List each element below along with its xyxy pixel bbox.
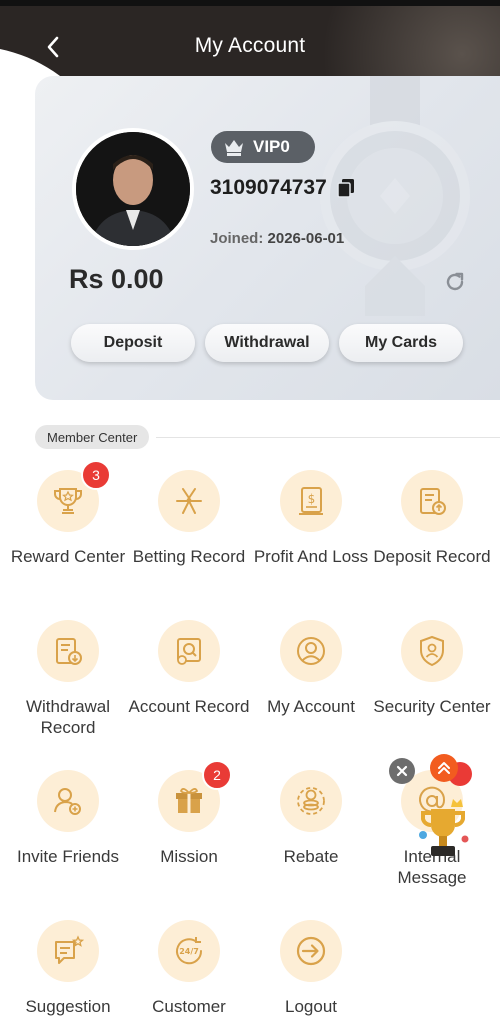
menu-icon-circle xyxy=(401,470,463,532)
menu-mission[interactable]: 2 Mission xyxy=(128,760,250,867)
menu-label: Reward Center xyxy=(10,547,126,566)
support-24-7-icon: 24/7 xyxy=(176,937,203,965)
menu-label: Suggestion xyxy=(25,997,111,1016)
menu-icon-circle xyxy=(280,920,342,982)
gift-icon xyxy=(176,788,202,813)
menu-invite-friends[interactable]: Invite Friends xyxy=(7,770,129,867)
scroll-top-button[interactable] xyxy=(430,754,458,782)
section-divider xyxy=(156,437,500,438)
menu-label: Deposit Record xyxy=(373,547,491,566)
menu-label: Betting Record xyxy=(132,547,246,566)
menu-label: Customer xyxy=(152,997,226,1016)
member-center-tag: Member Center xyxy=(35,425,150,449)
account-record-icon xyxy=(177,638,201,665)
add-user-icon xyxy=(54,788,81,815)
logout-icon xyxy=(296,936,326,966)
avatar-photo xyxy=(76,132,190,246)
refresh-icon[interactable] xyxy=(443,270,467,294)
menu-account-record[interactable]: Account Record xyxy=(128,620,250,717)
notification-badge: 2 xyxy=(202,760,232,790)
shield-icon xyxy=(420,635,444,667)
joined-date: Joined: 2026-06-01 xyxy=(210,230,344,247)
menu-icon-circle: 24/7 xyxy=(158,920,220,982)
floating-trophy-icon[interactable] xyxy=(413,795,473,865)
profit-loss-icon: $ xyxy=(299,487,323,515)
menu-deposit-record[interactable]: Deposit Record xyxy=(371,470,493,567)
menu-label: Mission xyxy=(160,847,218,866)
menu-my-account[interactable]: My Account xyxy=(250,620,372,717)
joined-value: 2026-06-01 xyxy=(267,230,345,247)
menu-logout[interactable]: Logout xyxy=(250,920,372,1017)
account-card: VIP0 3109074737 Joined: 2026-06-01 Rs 0.… xyxy=(35,76,500,400)
menu-label: Security Center xyxy=(373,697,491,716)
menu-rebate[interactable]: Rebate xyxy=(250,770,372,867)
menu-suggestion[interactable]: Suggestion xyxy=(7,920,129,1017)
withdrawal-record-icon xyxy=(56,638,82,665)
suggestion-icon xyxy=(55,935,85,964)
menu-label: Invite Friends xyxy=(16,847,120,866)
menu-label: Rebate xyxy=(283,847,339,866)
menu-label: Withdrawal Record xyxy=(25,697,111,737)
trophy-icon xyxy=(54,488,82,514)
notification-badge: 3 xyxy=(81,460,111,490)
coins-icon xyxy=(297,787,325,815)
menu-icon-circle: 2 xyxy=(158,760,232,832)
user-id: 3109074737 xyxy=(210,176,355,200)
menu-icon-circle xyxy=(280,770,342,832)
joined-label: Joined: xyxy=(210,230,264,247)
user-icon xyxy=(297,637,325,665)
menu-reward-center[interactable]: 3 Reward Center xyxy=(7,460,129,567)
copy-icon[interactable] xyxy=(337,178,355,198)
menu-withdrawal-record[interactable]: Withdrawal Record xyxy=(7,620,129,738)
menu-icon-circle xyxy=(37,770,99,832)
menu-icon-circle: 3 xyxy=(37,460,111,532)
vip-label: VIP0 xyxy=(253,137,290,156)
menu-icon-circle: $ xyxy=(280,470,342,532)
menu-customer[interactable]: 24/7 Customer xyxy=(128,920,250,1017)
menu-icon-circle xyxy=(280,620,342,682)
avatar[interactable] xyxy=(72,128,194,250)
menu-icon-circle xyxy=(37,920,99,982)
menu-label: My Account xyxy=(267,697,355,716)
withdrawal-button[interactable]: Withdrawal xyxy=(205,324,329,362)
close-float-button[interactable] xyxy=(389,758,415,784)
menu-security-center[interactable]: Security Center xyxy=(371,620,493,717)
deposit-button[interactable]: Deposit xyxy=(71,324,195,362)
menu-betting-record[interactable]: Betting Record xyxy=(128,470,250,567)
menu-icon-circle xyxy=(158,470,220,532)
page-title: My Account xyxy=(194,34,306,57)
vip-crown-icon xyxy=(225,140,243,156)
menu-icon-circle xyxy=(401,620,463,682)
svg-text:24/7: 24/7 xyxy=(179,947,199,956)
betting-record-icon xyxy=(176,488,202,514)
double-chevron-up-icon xyxy=(438,762,450,774)
svg-text:$: $ xyxy=(308,492,316,506)
deposit-record-icon xyxy=(420,488,446,515)
menu-label: Logout xyxy=(285,997,337,1016)
menu-icon-circle xyxy=(37,620,99,682)
user-id-text: 3109074737 xyxy=(210,176,327,199)
my-cards-button[interactable]: My Cards xyxy=(339,324,463,362)
close-icon xyxy=(396,765,408,777)
menu-profit-and-loss[interactable]: $ Profit And Loss xyxy=(250,470,372,567)
menu-label: Profit And Loss xyxy=(253,547,369,566)
vip-badge: VIP0 xyxy=(211,131,315,163)
balance: Rs 0.00 xyxy=(69,264,164,294)
menu-label: Account Record xyxy=(128,697,250,716)
menu-icon-circle xyxy=(158,620,220,682)
account-actions: Deposit Withdrawal My Cards xyxy=(71,324,463,362)
